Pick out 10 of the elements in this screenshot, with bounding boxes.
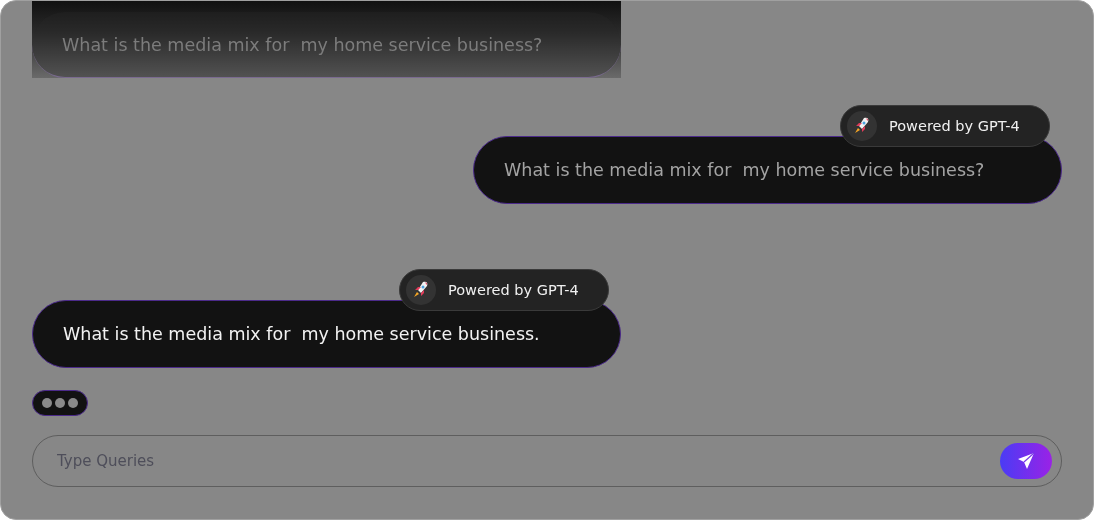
message-text: What is the media mix for my home service business.	[63, 324, 540, 344]
message-text: What is the media mix for my home service business?	[62, 34, 543, 55]
message-text: What is the media mix for my home service business?	[504, 160, 985, 180]
rocket-icon	[412, 280, 430, 300]
send-button[interactable]	[1000, 443, 1052, 479]
send-icon	[1017, 452, 1035, 470]
badge-text: Powered by GPT-4	[889, 118, 1020, 134]
query-input-field[interactable]: Type Queries	[55, 451, 1000, 471]
badge-text: Powered by GPT-4	[448, 282, 579, 298]
rocket-icon	[853, 116, 871, 136]
